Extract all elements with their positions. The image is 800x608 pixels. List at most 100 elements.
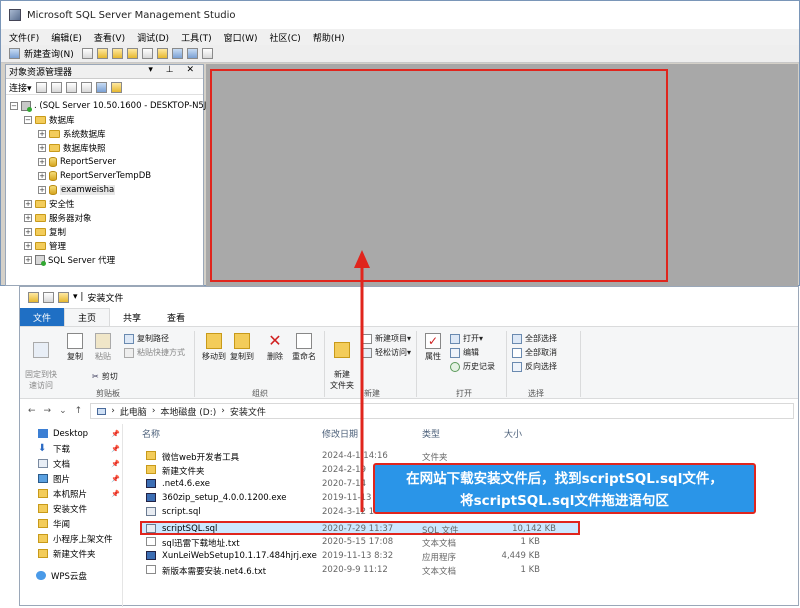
expand-icon[interactable]: +: [38, 185, 46, 194]
mdx-query-icon[interactable]: [126, 48, 138, 59]
menu-window[interactable]: 窗口(W): [224, 31, 258, 44]
tree-system-databases[interactable]: + 系统数据库: [38, 127, 106, 140]
nav-item-documents[interactable]: 文档 📌: [38, 456, 122, 471]
move-to-button[interactable]: 移动到: [200, 333, 228, 362]
breadcrumb-this-pc[interactable]: 此电脑: [120, 405, 147, 418]
nav-item-pictures[interactable]: 图片 📌: [38, 471, 122, 486]
save-icon[interactable]: [171, 48, 183, 59]
tab-view[interactable]: 查看: [154, 308, 198, 326]
new-item-button[interactable]: 新建项目▾: [362, 333, 411, 344]
new-folder-button[interactable]: 新建 文件夹: [328, 333, 356, 391]
nav-item-photos[interactable]: 本机照片 📌: [38, 486, 122, 501]
expand-icon[interactable]: +: [38, 171, 46, 180]
column-type[interactable]: 类型: [422, 427, 440, 440]
recent-dropdown-icon[interactable]: ⌄: [59, 406, 67, 416]
tree-db-reportserver[interactable]: + ReportServer: [38, 155, 116, 168]
xmla-query-icon[interactable]: [141, 48, 153, 59]
new-file-icon[interactable]: [81, 48, 93, 59]
tree-sql-agent[interactable]: + SQL Server 代理: [24, 253, 115, 266]
column-name[interactable]: 名称: [142, 427, 160, 440]
tree-replication[interactable]: + 复制: [24, 225, 66, 238]
select-none-button[interactable]: 全部取消: [512, 347, 557, 358]
tree-databases[interactable]: − 数据库: [24, 113, 75, 126]
nav-item-miniprogram[interactable]: 小程序上架文件: [38, 531, 122, 546]
copy-to-button[interactable]: 复制到: [228, 333, 256, 362]
menu-view[interactable]: 查看(V): [94, 31, 125, 44]
properties-button[interactable]: ✓ 属性: [422, 333, 444, 362]
tree-management[interactable]: + 管理: [24, 239, 66, 252]
breadcrumb-folder[interactable]: 安装文件: [230, 405, 266, 418]
column-date[interactable]: 修改日期: [322, 427, 358, 440]
expand-icon[interactable]: +: [38, 143, 46, 152]
stop-icon[interactable]: [65, 81, 77, 93]
rename-button[interactable]: 重命名: [290, 333, 318, 362]
expand-icon[interactable]: +: [24, 227, 32, 236]
nav-item-huawen[interactable]: 华闻: [38, 516, 122, 531]
menu-community[interactable]: 社区(C): [270, 31, 301, 44]
expand-icon[interactable]: +: [24, 213, 32, 222]
history-button[interactable]: 历史记录: [450, 361, 495, 372]
tab-home[interactable]: 主页: [64, 308, 111, 326]
tab-share[interactable]: 共享: [110, 308, 154, 326]
connect-dropdown[interactable]: 连接▾: [9, 81, 32, 94]
copy-path-button[interactable]: 复制路径: [124, 333, 169, 344]
panel-controls-icon[interactable]: ▾ ⊥ ✕: [148, 65, 199, 75]
easy-access-button[interactable]: 轻松访问▾: [362, 347, 411, 358]
refresh-icon[interactable]: [95, 81, 107, 93]
nav-item-desktop[interactable]: Desktop 📌: [38, 426, 122, 441]
expand-icon[interactable]: +: [24, 255, 32, 264]
cut-button[interactable]: ✂ 剪切: [92, 371, 118, 382]
file-row[interactable]: sql迅雷下载地址.txt 2020-5-15 17:08 文本文档 1 KB: [142, 536, 562, 550]
tree-db-examweisha[interactable]: + examweisha: [38, 183, 116, 196]
paste-shortcut-button[interactable]: 粘贴快捷方式: [124, 347, 185, 358]
expand-icon[interactable]: +: [24, 241, 32, 250]
nav-item-new-folder[interactable]: 新建文件夹: [38, 546, 122, 561]
menu-tools[interactable]: 工具(T): [181, 31, 212, 44]
tree-db-snapshots[interactable]: + 数据库快照: [38, 141, 106, 154]
collapse-icon[interactable]: −: [24, 115, 32, 124]
file-row[interactable]: XunLeiWebSetup10.1.17.484hjrj.exe 2019-11…: [142, 550, 562, 564]
save-all-icon[interactable]: [186, 48, 198, 59]
quick-access-dropdown-icon[interactable]: ▾ |: [73, 292, 83, 302]
analysis-query-icon[interactable]: [111, 48, 123, 59]
tab-file[interactable]: 文件: [20, 308, 65, 326]
sync-icon[interactable]: [110, 81, 122, 93]
forward-arrow-icon[interactable]: →: [44, 406, 52, 416]
tree-server-objects[interactable]: + 服务器对象: [24, 211, 92, 224]
open-file-icon[interactable]: [156, 48, 168, 59]
collapse-icon[interactable]: −: [10, 101, 18, 110]
menu-file[interactable]: 文件(F): [9, 31, 39, 44]
up-arrow-icon[interactable]: ↑: [75, 406, 83, 416]
expand-icon[interactable]: +: [38, 129, 46, 138]
delete-button[interactable]: ✕ 删除: [264, 333, 286, 362]
activity-monitor-icon[interactable]: [201, 48, 213, 59]
query-editor-area[interactable]: [210, 69, 668, 282]
back-arrow-icon[interactable]: ←: [28, 406, 36, 416]
open-button[interactable]: 打开▾: [450, 333, 483, 344]
filter-icon[interactable]: [80, 81, 92, 93]
tree-security[interactable]: + 安全性: [24, 197, 75, 210]
db-engine-query-icon[interactable]: [96, 48, 108, 59]
select-all-button[interactable]: 全部选择: [512, 333, 557, 344]
breadcrumb-drive[interactable]: 本地磁盘 (D:): [160, 405, 216, 418]
address-bar[interactable]: › 此电脑 › 本地磁盘 (D:) › 安装文件: [90, 403, 794, 419]
pin-quick-access-button[interactable]: 固定到快 速访问: [24, 333, 58, 391]
nav-item-install-files[interactable]: 安装文件: [38, 501, 122, 516]
nav-item-downloads[interactable]: ⬇ 下载 📌: [38, 441, 122, 456]
file-row[interactable]: scriptSQL.sql 2020-7-29 11:37 SQL 文件 10,142…: [140, 521, 580, 536]
edit-button[interactable]: 编辑: [450, 347, 479, 358]
expand-icon[interactable]: +: [38, 157, 46, 166]
nav-item-wps-cloud[interactable]: WPS云盘: [36, 568, 120, 583]
new-query-button[interactable]: 新建查询(N): [24, 47, 74, 60]
invert-selection-button[interactable]: 反向选择: [512, 361, 557, 372]
connect-icon[interactable]: [35, 81, 47, 93]
menu-help[interactable]: 帮助(H): [313, 31, 345, 44]
disconnect-icon[interactable]: [50, 81, 62, 93]
menu-debug[interactable]: 调试(D): [137, 31, 169, 44]
tree-server[interactable]: −. (SQL Server 10.50.1600 - DESKTOP-N5J: [10, 99, 206, 112]
properties-quick-icon[interactable]: [43, 291, 54, 303]
new-folder-quick-icon[interactable]: [58, 291, 69, 303]
copy-button[interactable]: 复制: [64, 333, 86, 362]
file-row[interactable]: 微信web开发者工具 2024-4-1 14:16 文件夹: [142, 450, 562, 464]
file-row[interactable]: 新版本需要安装.net4.6.txt 2020-9-9 11:12 文本文档 1 KB: [142, 564, 562, 578]
